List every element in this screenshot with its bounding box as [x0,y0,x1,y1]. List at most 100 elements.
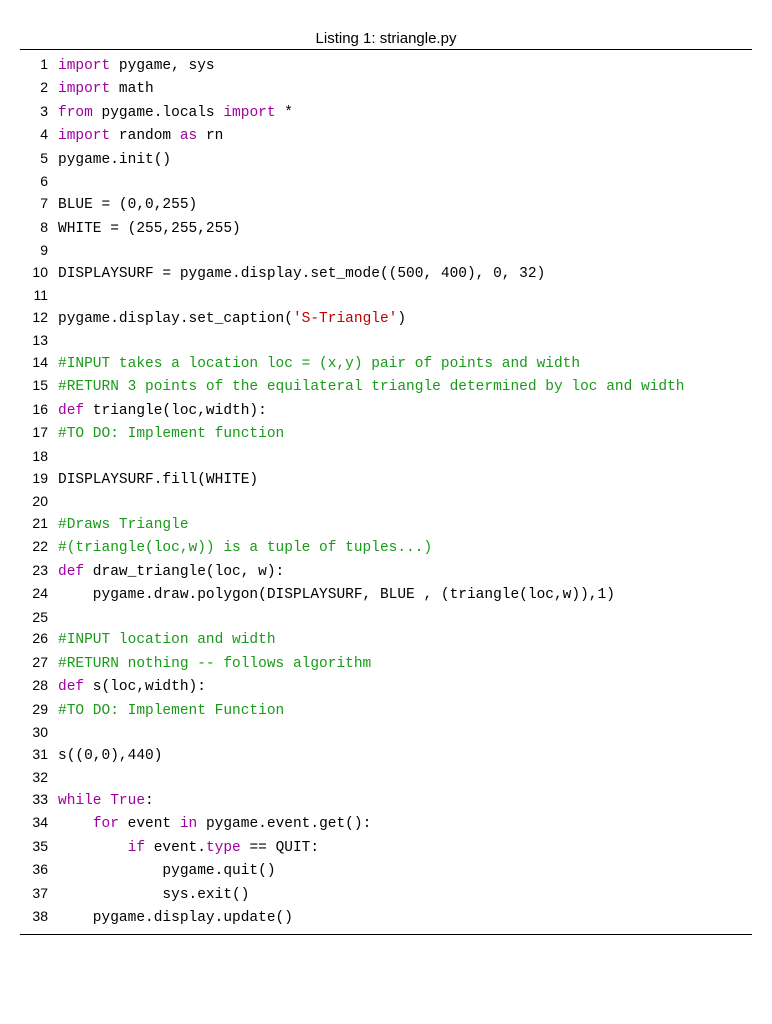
code-line: 7BLUE = (0,0,255) [20,193,752,216]
token: triangle(loc,width): [84,403,267,419]
token-kw: from [58,105,93,121]
token-kw: in [180,816,197,832]
code-text: for event in pygame.event.get(): [58,813,752,835]
line-number: 21 [20,513,58,535]
code-text: DISPLAYSURF = pygame.display.set_mode((5… [58,263,752,285]
token [58,816,93,832]
code-text: import random as rn [58,125,752,147]
code-text: s((0,0),440) [58,745,752,767]
token: pygame, sys [110,58,214,74]
line-number: 24 [20,583,58,605]
token-cm: #RETURN nothing -- follows algorithm [58,656,371,672]
line-number: 10 [20,262,58,284]
token-cm: #INPUT takes a location loc = (x,y) pair… [58,356,580,372]
code-line: 15#RETURN 3 points of the equilateral tr… [20,375,752,398]
code-line: 9 [20,240,752,262]
code-line: 13 [20,330,752,352]
line-number: 3 [20,101,58,123]
token: * [276,105,293,121]
token-kw: as [180,128,197,144]
token-bi: type [206,840,241,856]
line-number: 13 [20,330,58,352]
line-number: 18 [20,446,58,468]
code-line: 26#INPUT location and width [20,628,752,651]
line-number: 7 [20,193,58,215]
token-cm: #RETURN 3 points of the equilateral tria… [58,379,685,395]
code-text: from pygame.locals import * [58,102,752,124]
line-number: 31 [20,744,58,766]
token-kw: import [223,105,275,121]
line-number: 28 [20,675,58,697]
token: draw_triangle(loc, w): [84,564,284,580]
code-line: 33while True: [20,789,752,812]
token: s((0,0),440) [58,748,162,764]
code-line: 24 pygame.draw.polygon(DISPLAYSURF, BLUE… [20,583,752,606]
line-number: 37 [20,883,58,905]
token-cm: #INPUT location and width [58,632,276,648]
code-text: #Draws Triangle [58,514,752,536]
line-number: 33 [20,789,58,811]
code-line: 14#INPUT takes a location loc = (x,y) pa… [20,352,752,375]
code-text: DISPLAYSURF.fill(WHITE) [58,469,752,491]
token-kw: def [58,679,84,695]
line-number: 5 [20,148,58,170]
code-text: #RETURN nothing -- follows algorithm [58,653,752,675]
code-line: 1import pygame, sys [20,54,752,77]
code-text: #RETURN 3 points of the equilateral tria… [58,376,752,398]
code-text: while True: [58,790,752,812]
code-text: def draw_triangle(loc, w): [58,561,752,583]
code-line: 17#TO DO: Implement function [20,422,752,445]
code-line: 32 [20,767,752,789]
listing-caption: Listing 1: striangle.py [20,30,752,49]
token: math [110,81,154,97]
line-number: 30 [20,722,58,744]
line-number: 29 [20,699,58,721]
line-number: 35 [20,836,58,858]
token-cm: #TO DO: Implement function [58,426,284,442]
code-text: import math [58,78,752,100]
token: DISPLAYSURF = pygame.display.set_mode((5… [58,266,545,282]
code-line: 3from pygame.locals import * [20,101,752,124]
code-line: 2import math [20,77,752,100]
code-line: 25 [20,607,752,629]
code-line: 38 pygame.display.update() [20,906,752,929]
code-text: BLUE = (0,0,255) [58,194,752,216]
line-number: 9 [20,240,58,262]
code-text: pygame.init() [58,149,752,171]
token: s(loc,width): [84,679,206,695]
line-number: 19 [20,468,58,490]
code-line: 16def triangle(loc,width): [20,399,752,422]
code-line: 30 [20,722,752,744]
token: == QUIT: [241,840,319,856]
code-line: 28def s(loc,width): [20,675,752,698]
line-number: 11 [20,285,58,307]
token: random [110,128,180,144]
token: sys.exit() [58,887,249,903]
token-cm: #Draws Triangle [58,517,189,533]
code-line: 5pygame.init() [20,148,752,171]
line-number: 8 [20,217,58,239]
token-kw: while [58,793,102,809]
code-line: 8WHITE = (255,255,255) [20,217,752,240]
line-number: 38 [20,906,58,928]
token: pygame.quit() [58,863,276,879]
token-str: 'S-Triangle' [293,311,397,327]
token: pygame.locals [93,105,224,121]
code-line: 12pygame.display.set_caption('S-Triangle… [20,307,752,330]
line-number: 20 [20,491,58,513]
line-number: 23 [20,560,58,582]
token: DISPLAYSURF.fill(WHITE) [58,472,258,488]
token: pygame.init() [58,152,171,168]
token-cm: #TO DO: Implement Function [58,703,284,719]
token-bi: True [110,793,145,809]
token: BLUE = (0,0,255) [58,197,197,213]
code-line: 29#TO DO: Implement Function [20,699,752,722]
line-number: 22 [20,536,58,558]
token [102,793,111,809]
line-number: 16 [20,399,58,421]
line-number: 17 [20,422,58,444]
code-text: pygame.display.set_caption('S-Triangle') [58,308,752,330]
line-number: 15 [20,375,58,397]
token: pygame.draw.polygon(DISPLAYSURF, BLUE , … [58,587,615,603]
code-text: #(triangle(loc,w)) is a tuple of tuples.… [58,537,752,559]
